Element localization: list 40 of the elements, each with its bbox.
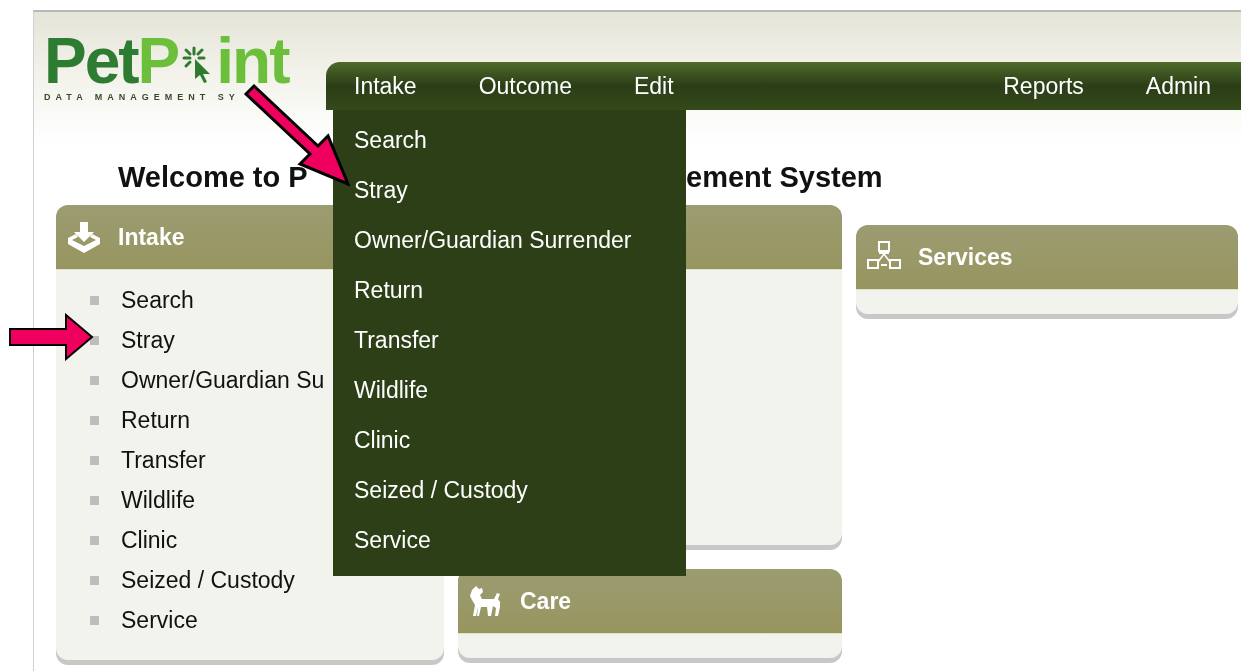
panel-title: Services bbox=[918, 243, 1013, 271]
bullet-icon bbox=[90, 415, 99, 425]
bullet-icon bbox=[90, 615, 99, 625]
page-heading: Welcome to P bbox=[118, 160, 309, 194]
logo-text: Pet bbox=[44, 28, 138, 94]
bullet-icon bbox=[90, 295, 99, 305]
download-tray-icon bbox=[66, 220, 102, 254]
menu-item[interactable]: Seized / Custody bbox=[354, 476, 528, 504]
list-link[interactable]: Search bbox=[121, 286, 194, 314]
page-heading: ement System bbox=[686, 160, 883, 194]
nav-link[interactable]: Intake bbox=[354, 72, 417, 100]
menu-item[interactable]: Owner/Guardian Surrender bbox=[354, 226, 632, 254]
bullet-icon bbox=[90, 455, 99, 465]
logo-text: int bbox=[216, 28, 289, 94]
bullet-icon bbox=[90, 495, 99, 505]
nav-link[interactable]: Outcome bbox=[478, 72, 572, 100]
list-link[interactable]: Transfer bbox=[121, 446, 206, 474]
menu-item[interactable]: Wildlife bbox=[354, 376, 429, 404]
list-link[interactable]: Clinic bbox=[121, 526, 178, 554]
list-link[interactable]: Service bbox=[121, 606, 198, 634]
nav-link[interactable]: Reports bbox=[1003, 72, 1084, 100]
list-link[interactable]: Seized / Custody bbox=[121, 566, 295, 594]
list-link[interactable]: Return bbox=[121, 406, 191, 434]
menu-item[interactable]: Transfer bbox=[354, 326, 439, 354]
list-link[interactable]: Wildlife bbox=[121, 486, 196, 514]
nav-link[interactable]: Admin bbox=[1145, 72, 1211, 100]
bullet-icon bbox=[90, 375, 99, 385]
menu-item[interactable]: Search bbox=[354, 126, 427, 154]
menu-item[interactable]: Service bbox=[354, 526, 431, 554]
bullet-icon bbox=[90, 575, 99, 585]
nav-link[interactable]: Edit bbox=[634, 72, 674, 100]
logo-tagline: DATA MANAGEMENT SY bbox=[44, 92, 241, 102]
menu-item[interactable]: Return bbox=[354, 276, 424, 304]
list-link[interactable]: Owner/Guardian Su bbox=[121, 366, 325, 394]
menu-item[interactable]: Clinic bbox=[354, 426, 411, 454]
menu-item[interactable]: Stray bbox=[354, 176, 408, 204]
panel-title: Care bbox=[520, 587, 572, 615]
panel-title: Intake bbox=[118, 223, 185, 251]
list-link[interactable]: Stray bbox=[121, 326, 175, 354]
bullet-icon bbox=[90, 535, 99, 545]
